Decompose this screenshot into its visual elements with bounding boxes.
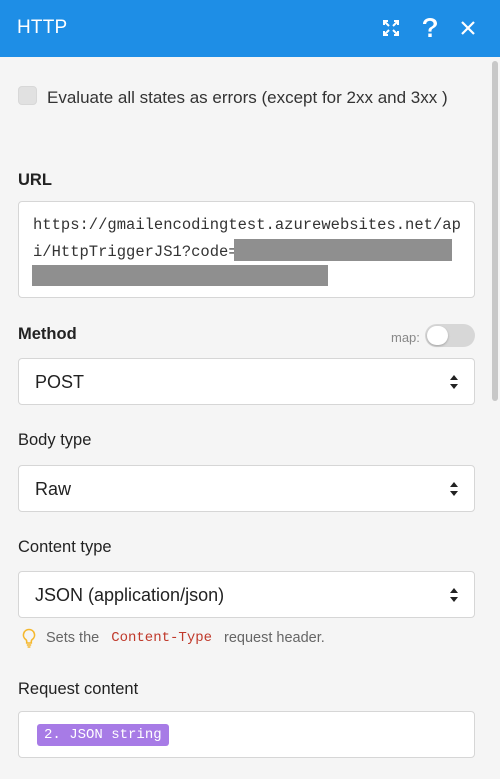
toggle-knob: [427, 326, 448, 345]
body-type-value: Raw: [35, 479, 72, 499]
content-type-select[interactable]: JSON (application/json): [18, 571, 475, 618]
evaluate-errors-checkbox[interactable]: [18, 86, 37, 105]
redacted-url-part: [234, 239, 452, 261]
method-value: POST: [35, 372, 85, 392]
map-label: map:: [391, 330, 420, 345]
request-content-input[interactable]: 2. JSON string: [18, 711, 475, 758]
form-panel: [0, 57, 500, 779]
content-type-label: Content type: [18, 538, 112, 556]
method-label: Method: [18, 325, 77, 343]
close-icon[interactable]: [454, 14, 482, 42]
method-select[interactable]: POST: [18, 358, 475, 405]
select-arrows-icon: [450, 375, 458, 389]
content-type-value: JSON (application/json): [35, 585, 225, 605]
mapped-variable-pill[interactable]: 2. JSON string: [37, 724, 169, 746]
select-arrows-icon: [450, 588, 458, 602]
select-arrows-icon: [450, 482, 458, 496]
lightbulb-icon: [22, 628, 36, 648]
url-label: URL: [18, 171, 52, 189]
scrollbar[interactable]: [492, 61, 498, 401]
dialog-header: HTTP: [0, 0, 500, 57]
hint-prefix: Sets the: [46, 630, 100, 646]
help-icon[interactable]: [416, 14, 444, 42]
evaluate-errors-label: Evaluate all states as errors (except fo…: [47, 88, 448, 107]
dialog-title: HTTP: [17, 17, 68, 38]
redacted-url-part: [32, 265, 328, 286]
request-content-label: Request content: [18, 680, 139, 698]
hint-code: Content-Type: [111, 630, 213, 646]
hint-suffix: request header.: [224, 630, 325, 646]
expand-icon[interactable]: [377, 14, 405, 42]
map-toggle[interactable]: [425, 324, 475, 347]
body-type-select[interactable]: Raw: [18, 465, 475, 512]
content-type-hint: Sets the Content-Type request header.: [22, 628, 325, 648]
body-type-label: Body type: [18, 431, 92, 449]
